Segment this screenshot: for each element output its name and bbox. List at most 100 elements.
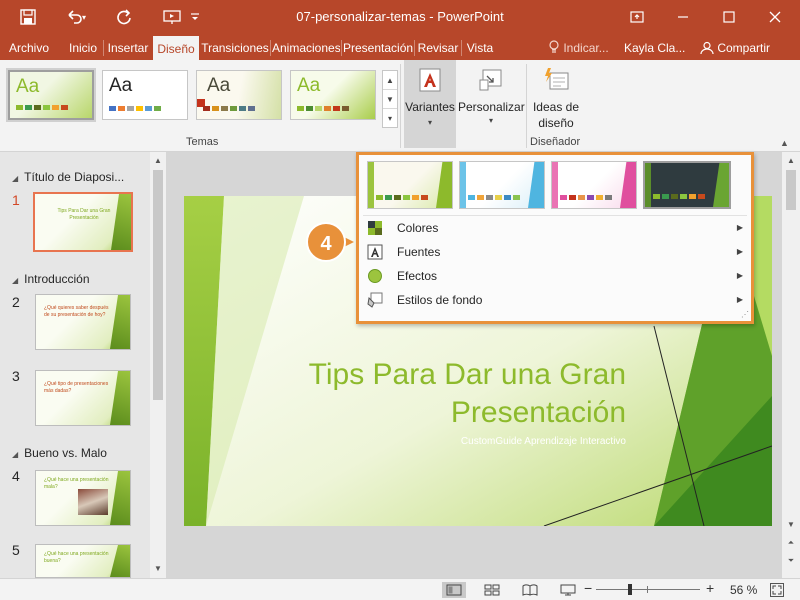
resize-grip-icon[interactable]: ⋰	[741, 310, 749, 319]
tell-me-label: Indicar...	[563, 41, 609, 55]
reading-view-icon[interactable]	[518, 582, 542, 598]
tab-vista[interactable]: Vista	[463, 36, 497, 60]
slide-thumbnail-5[interactable]: ¿Qué hace una presentación buena?	[35, 544, 131, 578]
menu-item-effects[interactable]: Efectos ▶	[363, 265, 747, 287]
ribbon-display-options-icon[interactable]	[614, 0, 660, 34]
slide-thumbnail-4[interactable]: ¿Qué hace una presentación mala?	[35, 470, 131, 526]
scroll-thumb[interactable]	[153, 170, 163, 400]
slide-thumbnail-3[interactable]: ¿Qué tipo de presentaciones más dadas?	[35, 370, 131, 426]
slide-photo	[78, 489, 108, 515]
customize-label: Personalizar	[458, 100, 525, 114]
step-callout-badge: 4	[306, 222, 346, 262]
variant-thumbnail-1[interactable]	[367, 161, 453, 209]
user-name[interactable]: Kayla Cla...	[624, 36, 690, 60]
effects-icon	[368, 269, 382, 283]
scroll-down-icon[interactable]: ▼	[782, 518, 800, 532]
previous-slide-icon[interactable]: ⏶	[782, 536, 800, 550]
window-title: 07-personalizar-temas - PowerPoint	[296, 9, 504, 24]
variants-label: Variantes	[405, 100, 455, 114]
variants-caret-icon: ▾	[427, 118, 432, 127]
close-icon[interactable]	[752, 0, 798, 34]
zoom-out-button[interactable]: −	[584, 580, 592, 596]
zoom-slider-track[interactable]	[596, 589, 700, 590]
slide-subtitle[interactable]: CustomGuide Aprendizaje Interactivo	[326, 436, 626, 447]
tab-archivo[interactable]: Archivo	[4, 36, 54, 60]
slide-number: 2	[12, 294, 20, 310]
slide-thumbnail-2[interactable]: ¿Qué quieres saber después de su present…	[35, 294, 131, 350]
slide-thumbnails-panel: ◢ Título de Diaposi... 1 Tips Para Dar un…	[0, 152, 166, 578]
tab-insertar[interactable]: Insertar	[105, 36, 151, 60]
zoom-slider-handle[interactable]	[628, 584, 632, 595]
theme-thumbnail-wisp[interactable]: Aa	[196, 70, 282, 120]
slide-number: 3	[12, 368, 20, 384]
tab-inicio[interactable]: Inicio	[64, 36, 102, 60]
variants-icon	[419, 68, 441, 92]
undo-dropdown-icon[interactable]: ▾	[76, 0, 92, 34]
submenu-arrow-icon: ▶	[736, 271, 743, 280]
thumbnails-scrollbar[interactable]: ▲ ▼	[150, 152, 166, 578]
section-header[interactable]: ◢ Bueno vs. Malo	[12, 446, 107, 460]
scroll-up-icon[interactable]: ▲	[782, 154, 800, 168]
slide-number: 1	[12, 192, 20, 208]
tab-animaciones[interactable]: Animaciones	[272, 36, 340, 60]
variant-thumbnail-2[interactable]	[459, 161, 545, 209]
next-slide-icon[interactable]: ⏷	[782, 554, 800, 568]
design-ideas-label-line1: Ideas de	[532, 100, 580, 114]
scroll-up-icon[interactable]: ▲	[150, 154, 166, 168]
editor-scrollbar[interactable]: ▲ ▼ ⏶ ⏷	[782, 152, 800, 578]
slide-title[interactable]: Tips Para Dar una Gran Presentación	[206, 356, 626, 432]
customize-qat-icon[interactable]	[184, 0, 206, 34]
save-icon[interactable]	[12, 0, 44, 34]
tab-transiciones[interactable]: Transiciones	[201, 36, 269, 60]
colors-icon	[368, 221, 382, 235]
collapse-ribbon-icon[interactable]: ▲	[780, 138, 789, 148]
submenu-arrow-icon: ▶	[736, 295, 743, 304]
fit-slide-to-window-icon[interactable]	[770, 583, 784, 597]
gallery-scroll-down-icon[interactable]: ▼	[383, 90, 397, 109]
theme-thumbnail-facet[interactable]: Aa	[6, 68, 96, 122]
theme-thumbnail-office[interactable]: Aa	[102, 70, 188, 120]
design-ideas-label-line2: diseño	[538, 116, 574, 130]
user-icon	[700, 41, 714, 55]
gallery-scroll-up-icon[interactable]: ▲	[383, 71, 397, 90]
slide-sorter-icon[interactable]	[480, 582, 504, 598]
background-styles-icon	[367, 292, 383, 308]
section-header[interactable]: ◢ Introducción	[12, 272, 90, 286]
menu-item-colors[interactable]: Colores ▶	[363, 217, 747, 239]
maximize-icon[interactable]	[706, 0, 752, 34]
ribbon-design: Aa Aa Aa Aa ▲ ▼ ▾ Temas Variantes ▾ Pers…	[0, 60, 800, 152]
ribbon-tabs: Archivo Inicio Insertar Diseño Transicio…	[0, 34, 800, 60]
tab-revisar[interactable]: Revisar	[416, 36, 460, 60]
variant-thumbnail-3[interactable]	[551, 161, 637, 209]
slide-thumbnail-1[interactable]: Tips Para Dar una Gran Presentación	[33, 192, 133, 252]
menu-item-background-styles[interactable]: Estilos de fondo ▶	[363, 289, 747, 311]
submenu-arrow-icon: ▶	[736, 247, 743, 256]
tab-presentacion[interactable]: Presentación	[343, 36, 413, 60]
share-button[interactable]: Compartir	[700, 36, 792, 60]
theme-thumbnail-facet-alt[interactable]: Aa	[290, 70, 376, 120]
minimize-icon[interactable]	[660, 0, 706, 34]
fonts-icon	[367, 244, 383, 260]
zoom-percentage[interactable]: 56 %	[730, 583, 757, 597]
tell-me-box[interactable]: Indicar...	[548, 36, 618, 60]
redo-icon[interactable]	[108, 0, 140, 34]
zoom-in-button[interactable]: +	[706, 580, 714, 596]
normal-view-icon[interactable]	[442, 582, 466, 598]
customize-button[interactable]: Personalizar ▾	[458, 60, 525, 148]
menu-item-fonts[interactable]: Fuentes ▶	[363, 241, 747, 263]
variants-button[interactable]: Variantes ▾	[404, 60, 456, 148]
variant-thumbnail-4[interactable]	[643, 161, 731, 209]
tab-diseno[interactable]: Diseño	[153, 36, 199, 60]
slide-show-icon[interactable]	[556, 582, 580, 598]
status-bar: − + 56 %	[0, 578, 800, 600]
gallery-more-icon[interactable]: ▾	[383, 109, 397, 128]
share-label: Compartir	[717, 41, 771, 55]
scroll-down-icon[interactable]: ▼	[150, 562, 166, 576]
themes-gallery-scroll: ▲ ▼ ▾	[382, 70, 398, 128]
design-ideas-button[interactable]: Ideas de diseño	[528, 60, 584, 148]
section-header[interactable]: ◢ Título de Diaposi...	[12, 170, 124, 184]
design-ideas-icon	[545, 68, 569, 90]
scroll-thumb[interactable]	[786, 170, 796, 210]
variants-dropdown: Colores ▶ Fuentes ▶ Efectos ▶ Estilos de…	[356, 152, 754, 324]
customize-caret-icon: ▾	[488, 116, 493, 125]
